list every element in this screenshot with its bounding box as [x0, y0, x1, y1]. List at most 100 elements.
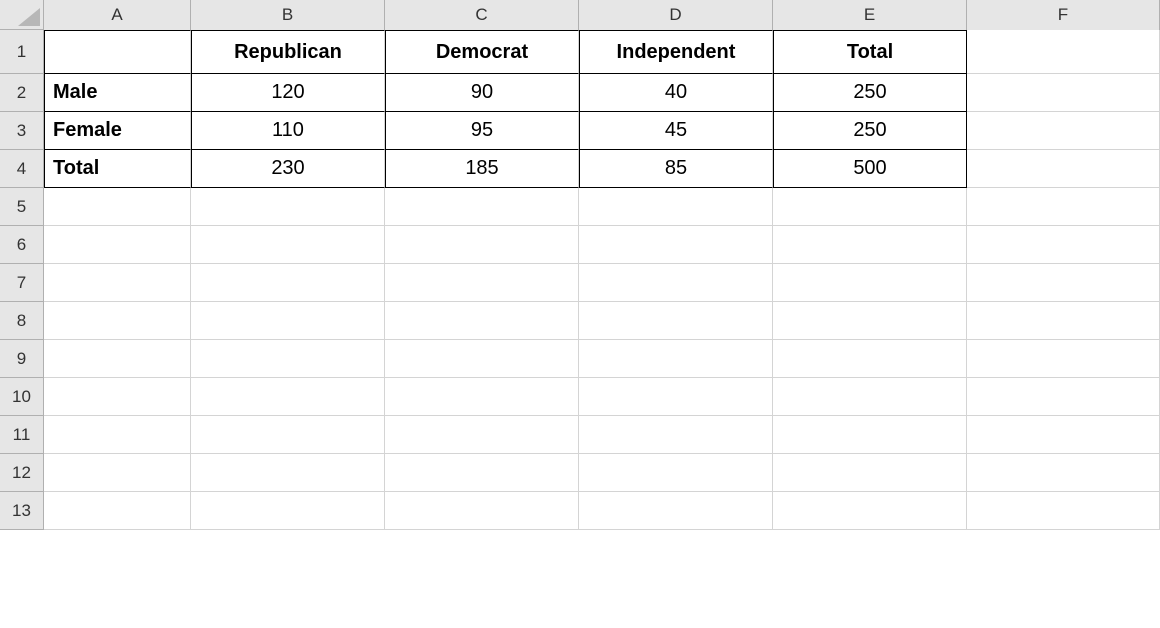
cell-A6[interactable]	[44, 226, 191, 264]
cell-B5[interactable]	[191, 188, 385, 226]
cell-B6[interactable]	[191, 226, 385, 264]
row-header-1[interactable]: 1	[0, 30, 44, 74]
cell-C3[interactable]: 95	[385, 112, 579, 150]
cell-F3[interactable]	[967, 112, 1160, 150]
cell-E7[interactable]	[773, 264, 967, 302]
column-header-D[interactable]: D	[579, 0, 773, 30]
cell-C13[interactable]	[385, 492, 579, 530]
cell-F1[interactable]	[967, 30, 1160, 74]
cell-D7[interactable]	[579, 264, 773, 302]
cell-A9[interactable]	[44, 340, 191, 378]
cell-E5[interactable]	[773, 188, 967, 226]
cell-B13[interactable]	[191, 492, 385, 530]
cell-C6[interactable]	[385, 226, 579, 264]
cell-A8[interactable]	[44, 302, 191, 340]
cell-B8[interactable]	[191, 302, 385, 340]
row-header-9[interactable]: 9	[0, 340, 44, 378]
cell-C2[interactable]: 90	[385, 74, 579, 112]
row-header-4[interactable]: 4	[0, 150, 44, 188]
cell-A12[interactable]	[44, 454, 191, 492]
cell-C8[interactable]	[385, 302, 579, 340]
column-header-E[interactable]: E	[773, 0, 967, 30]
cell-A5[interactable]	[44, 188, 191, 226]
cell-D2[interactable]: 40	[579, 74, 773, 112]
select-all-corner[interactable]	[0, 0, 44, 30]
cell-A3[interactable]: Female	[44, 112, 191, 150]
cell-F10[interactable]	[967, 378, 1160, 416]
cell-D5[interactable]	[579, 188, 773, 226]
cell-F11[interactable]	[967, 416, 1160, 454]
cell-D10[interactable]	[579, 378, 773, 416]
cell-F13[interactable]	[967, 492, 1160, 530]
cell-D8[interactable]	[579, 302, 773, 340]
row-header-6[interactable]: 6	[0, 226, 44, 264]
row-header-11[interactable]: 11	[0, 416, 44, 454]
cell-B4[interactable]: 230	[191, 150, 385, 188]
cell-A4[interactable]: Total	[44, 150, 191, 188]
cell-C4[interactable]: 185	[385, 150, 579, 188]
cell-B2[interactable]: 120	[191, 74, 385, 112]
cell-B12[interactable]	[191, 454, 385, 492]
cell-F2[interactable]	[967, 74, 1160, 112]
cell-E9[interactable]	[773, 340, 967, 378]
cell-F12[interactable]	[967, 454, 1160, 492]
cell-F4[interactable]	[967, 150, 1160, 188]
cell-F6[interactable]	[967, 226, 1160, 264]
cell-E8[interactable]	[773, 302, 967, 340]
row-header-10[interactable]: 10	[0, 378, 44, 416]
cell-E6[interactable]	[773, 226, 967, 264]
column-header-F[interactable]: F	[967, 0, 1160, 30]
cell-E3[interactable]: 250	[773, 112, 967, 150]
row-header-8[interactable]: 8	[0, 302, 44, 340]
cell-D11[interactable]	[579, 416, 773, 454]
cell-A2[interactable]: Male	[44, 74, 191, 112]
cell-A13[interactable]	[44, 492, 191, 530]
row-header-7[interactable]: 7	[0, 264, 44, 302]
cell-D3[interactable]: 45	[579, 112, 773, 150]
cell-A7[interactable]	[44, 264, 191, 302]
cell-B1[interactable]: Republican	[191, 30, 385, 74]
cell-C10[interactable]	[385, 378, 579, 416]
cell-F8[interactable]	[967, 302, 1160, 340]
cell-C5[interactable]	[385, 188, 579, 226]
cell-D13[interactable]	[579, 492, 773, 530]
cell-B7[interactable]	[191, 264, 385, 302]
row-header-13[interactable]: 13	[0, 492, 44, 530]
cell-A11[interactable]	[44, 416, 191, 454]
cell-B11[interactable]	[191, 416, 385, 454]
cell-C11[interactable]	[385, 416, 579, 454]
cell-A1[interactable]	[44, 30, 191, 74]
cell-A10[interactable]	[44, 378, 191, 416]
cell-B3[interactable]: 110	[191, 112, 385, 150]
cell-E1[interactable]: Total	[773, 30, 967, 74]
cell-F5[interactable]	[967, 188, 1160, 226]
column-header-C[interactable]: C	[385, 0, 579, 30]
cell-D4[interactable]: 85	[579, 150, 773, 188]
row-header-12[interactable]: 12	[0, 454, 44, 492]
cell-B10[interactable]	[191, 378, 385, 416]
cell-E2[interactable]: 250	[773, 74, 967, 112]
cell-E12[interactable]	[773, 454, 967, 492]
cell-E13[interactable]	[773, 492, 967, 530]
cell-B9[interactable]	[191, 340, 385, 378]
cell-C1[interactable]: Democrat	[385, 30, 579, 74]
cell-D6[interactable]	[579, 226, 773, 264]
cell-F7[interactable]	[967, 264, 1160, 302]
cell-C12[interactable]	[385, 454, 579, 492]
row-header-5[interactable]: 5	[0, 188, 44, 226]
column-header-A[interactable]: A	[44, 0, 191, 30]
cell-D12[interactable]	[579, 454, 773, 492]
cell-E4[interactable]: 500	[773, 150, 967, 188]
cell-D9[interactable]	[579, 340, 773, 378]
cell-F9[interactable]	[967, 340, 1160, 378]
column-header-B[interactable]: B	[191, 0, 385, 30]
cell-E10[interactable]	[773, 378, 967, 416]
cell-E11[interactable]	[773, 416, 967, 454]
cell-C7[interactable]	[385, 264, 579, 302]
row-header-2[interactable]: 2	[0, 74, 44, 112]
row-4: 4 Total 230 185 85 500	[0, 150, 1160, 188]
row-10: 10	[0, 378, 1160, 416]
cell-D1[interactable]: Independent	[579, 30, 773, 74]
row-header-3[interactable]: 3	[0, 112, 44, 150]
cell-C9[interactable]	[385, 340, 579, 378]
